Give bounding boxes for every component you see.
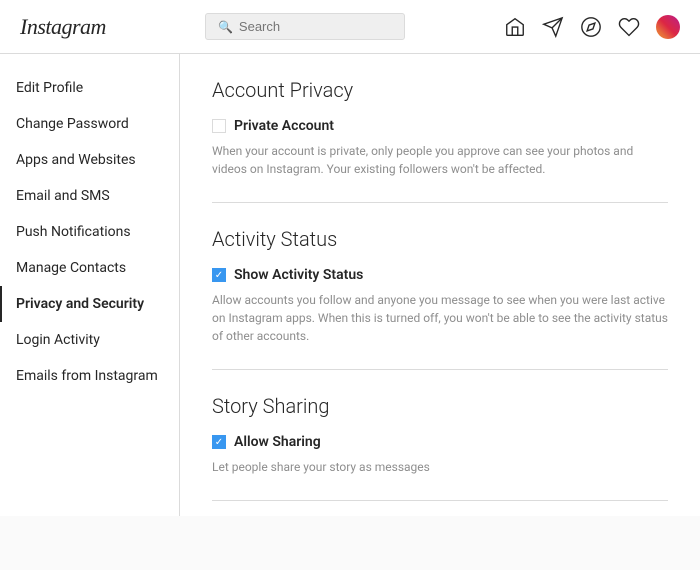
- account-privacy-section: Account Privacy Private Account When you…: [212, 78, 668, 203]
- heart-icon[interactable]: [618, 16, 640, 38]
- private-account-row: Private Account: [212, 118, 668, 134]
- account-privacy-title: Account Privacy: [212, 78, 668, 102]
- private-account-description: When your account is private, only peopl…: [212, 142, 668, 178]
- avatar[interactable]: [656, 15, 680, 39]
- sidebar-item-login-activity[interactable]: Login Activity: [0, 322, 179, 358]
- story-sharing-title: Story Sharing: [212, 394, 668, 418]
- allow-sharing-checkbox[interactable]: [212, 435, 226, 449]
- activity-status-title: Activity Status: [212, 227, 668, 251]
- sidebar-item-edit-profile[interactable]: Edit Profile: [0, 70, 179, 106]
- activity-status-section: Activity Status Show Activity Status All…: [212, 227, 668, 370]
- allow-sharing-label: Allow Sharing: [234, 434, 321, 450]
- story-sharing-section: Story Sharing Allow Sharing Let people s…: [212, 394, 668, 501]
- search-bar[interactable]: 🔍: [205, 13, 405, 40]
- sidebar-item-manage-contacts[interactable]: Manage Contacts: [0, 250, 179, 286]
- direct-icon[interactable]: [542, 16, 564, 38]
- sidebar-item-privacy-security[interactable]: Privacy and Security: [0, 286, 179, 322]
- sidebar-item-apps-websites[interactable]: Apps and Websites: [0, 142, 179, 178]
- private-account-label: Private Account: [234, 118, 334, 134]
- show-activity-description: Allow accounts you follow and anyone you…: [212, 291, 668, 345]
- sidebar-item-email-sms[interactable]: Email and SMS: [0, 178, 179, 214]
- main-container: Edit Profile Change Password Apps and We…: [0, 54, 700, 516]
- search-input[interactable]: [239, 19, 392, 34]
- search-icon: 🔍: [218, 20, 233, 34]
- top-nav: Instagram 🔍: [0, 0, 700, 54]
- home-icon[interactable]: [504, 16, 526, 38]
- allow-sharing-description: Let people share your story as messages: [212, 458, 668, 476]
- explore-icon[interactable]: [580, 16, 602, 38]
- sidebar-item-change-password[interactable]: Change Password: [0, 106, 179, 142]
- private-account-checkbox[interactable]: [212, 119, 226, 133]
- show-activity-row: Show Activity Status: [212, 267, 668, 283]
- sidebar-item-push-notifications[interactable]: Push Notifications: [0, 214, 179, 250]
- instagram-logo: Instagram: [20, 14, 106, 40]
- sidebar: Edit Profile Change Password Apps and We…: [0, 54, 180, 516]
- sidebar-item-emails-instagram[interactable]: Emails from Instagram: [0, 358, 179, 394]
- show-activity-label: Show Activity Status: [234, 267, 363, 283]
- show-activity-checkbox[interactable]: [212, 268, 226, 282]
- content-area: Account Privacy Private Account When you…: [180, 54, 700, 516]
- nav-icons: [504, 15, 680, 39]
- allow-sharing-row: Allow Sharing: [212, 434, 668, 450]
